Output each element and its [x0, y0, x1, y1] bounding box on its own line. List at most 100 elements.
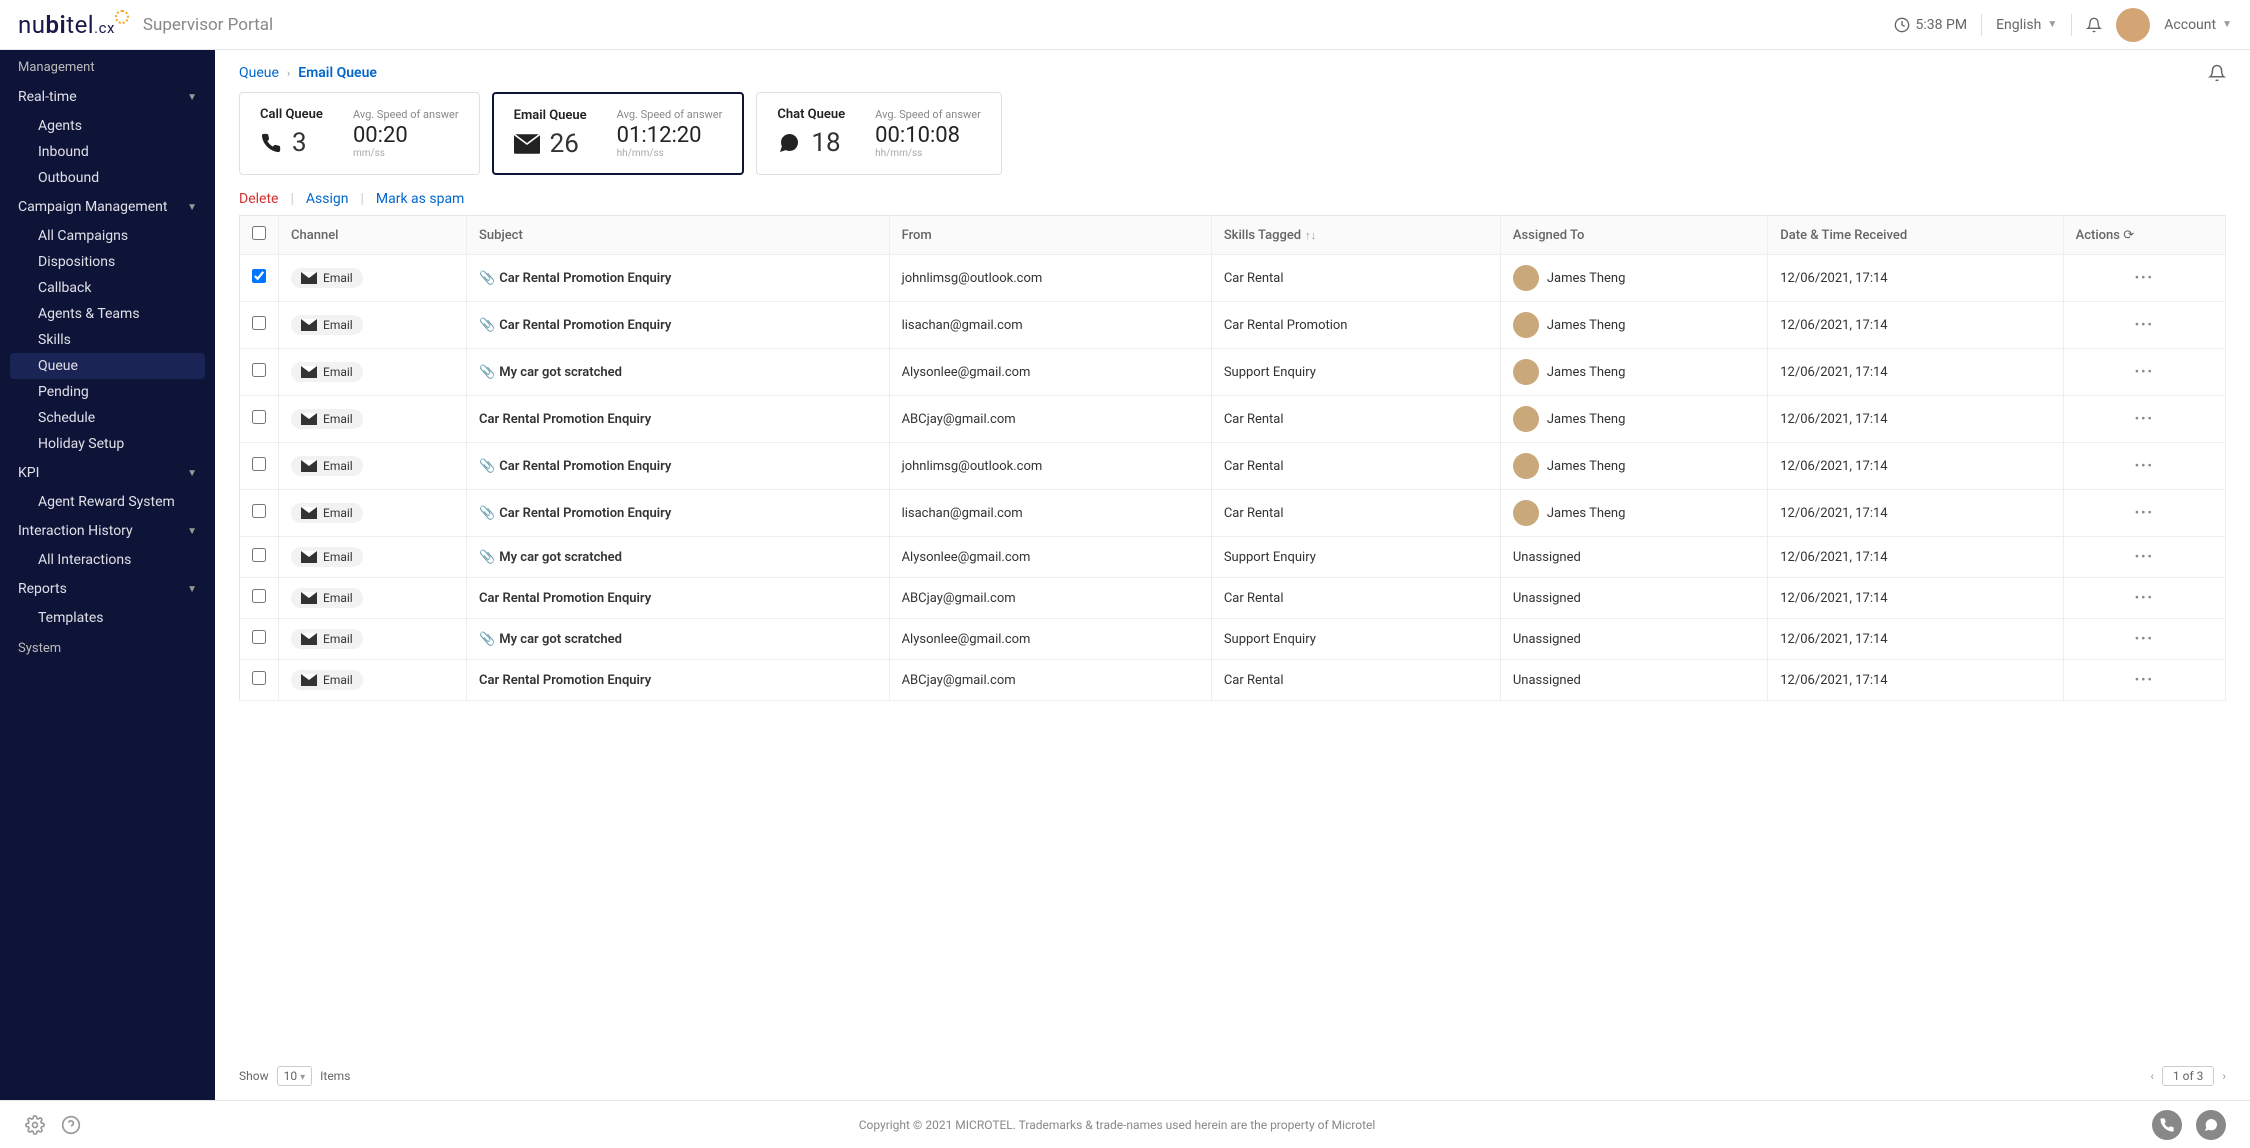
row-checkbox[interactable]	[252, 504, 266, 518]
table-row[interactable]: Email📎Car Rental Promotion Enquirylisach…	[240, 302, 2226, 349]
row-actions-button[interactable]: •••	[2063, 302, 2225, 349]
sidebar-item-holiday[interactable]: Holiday Setup	[0, 431, 215, 457]
skills-cell: Car Rental Promotion	[1211, 302, 1500, 349]
sidebar-item-agents[interactable]: Agents	[0, 113, 215, 139]
row-actions-button[interactable]: •••	[2063, 537, 2225, 578]
col-date[interactable]: Date & Time Received	[1768, 216, 2063, 255]
notifications-button[interactable]	[2086, 17, 2102, 33]
stat-card-phone[interactable]: Call Queue3Avg. Speed of answer00:20mm/s…	[239, 92, 480, 175]
chat-button[interactable]	[2196, 1110, 2226, 1140]
sidebar-item-agents-teams[interactable]: Agents & Teams	[0, 301, 215, 327]
header-time: 5:38 PM	[1916, 17, 1968, 33]
sidebar-item-queue[interactable]: Queue	[10, 353, 205, 379]
sidebar-group-label: Interaction History	[18, 523, 133, 539]
assigned-cell: Unassigned	[1500, 537, 1767, 578]
subject-cell: 📎Car Rental Promotion Enquiry	[467, 302, 890, 349]
sidebar-item-dispositions[interactable]: Dispositions	[0, 249, 215, 275]
col-skills[interactable]: Skills Tagged↑↓	[1211, 216, 1500, 255]
sidebar-item-agent-reward[interactable]: Agent Reward System	[0, 489, 215, 515]
mark-spam-action[interactable]: Mark as spam	[376, 191, 464, 207]
sidebar-group-campaign[interactable]: Campaign Management ▼	[0, 191, 215, 223]
row-actions-button[interactable]: •••	[2063, 255, 2225, 302]
row-actions-button[interactable]: •••	[2063, 660, 2225, 701]
row-actions-button[interactable]: •••	[2063, 619, 2225, 660]
row-actions-button[interactable]: •••	[2063, 578, 2225, 619]
sidebar-item-all-interactions[interactable]: All Interactions	[0, 547, 215, 573]
table-row[interactable]: Email📎My car got scratchedAlysonlee@gmai…	[240, 537, 2226, 578]
table-row[interactable]: Email📎My car got scratchedAlysonlee@gmai…	[240, 619, 2226, 660]
row-checkbox[interactable]	[252, 269, 266, 283]
breadcrumb-root[interactable]: Queue	[239, 65, 279, 81]
sidebar-group-reports[interactable]: Reports ▼	[0, 573, 215, 605]
phone-icon	[2159, 1117, 2175, 1133]
attachment-icon: 📎	[479, 550, 495, 565]
date-cell: 12/06/2021, 17:14	[1768, 443, 2063, 490]
row-actions-button[interactable]: •••	[2063, 396, 2225, 443]
row-checkbox[interactable]	[252, 548, 266, 562]
col-skills-label: Skills Tagged	[1224, 228, 1301, 243]
breadcrumb: Queue › Email Queue	[239, 65, 377, 81]
card-count: 26	[550, 129, 579, 159]
assigned-name: James Theng	[1547, 506, 1626, 521]
sidebar-item-outbound[interactable]: Outbound	[0, 165, 215, 191]
assign-action[interactable]: Assign	[306, 191, 349, 207]
logo-sub: .cx	[94, 19, 115, 37]
row-checkbox[interactable]	[252, 316, 266, 330]
select-all-checkbox[interactable]	[252, 226, 266, 240]
avatar[interactable]	[2116, 8, 2150, 42]
table-row[interactable]: Email📎Car Rental Promotion Enquiryjohnli…	[240, 443, 2226, 490]
sidebar-item-templates[interactable]: Templates	[0, 605, 215, 631]
table-row[interactable]: EmailCar Rental Promotion EnquiryABCjay@…	[240, 578, 2226, 619]
subject-cell: 📎My car got scratched	[467, 619, 890, 660]
prev-page-button[interactable]: ‹	[2150, 1069, 2154, 1083]
next-page-button[interactable]: ›	[2222, 1069, 2226, 1083]
assigned-name: Unassigned	[1513, 632, 1581, 647]
col-subject[interactable]: Subject	[467, 216, 890, 255]
sidebar-item-inbound[interactable]: Inbound	[0, 139, 215, 165]
page-notifications-button[interactable]	[2208, 64, 2226, 82]
row-checkbox[interactable]	[252, 363, 266, 377]
sidebar-item-all-campaigns[interactable]: All Campaigns	[0, 223, 215, 249]
row-checkbox[interactable]	[252, 630, 266, 644]
sidebar-group-history[interactable]: Interaction History ▼	[0, 515, 215, 547]
col-from[interactable]: From	[889, 216, 1211, 255]
sidebar-group-realtime[interactable]: Real-time ▼	[0, 81, 215, 113]
refresh-button[interactable]: ⟳	[2123, 228, 2134, 243]
stat-card-chat[interactable]: Chat Queue18Avg. Speed of answer00:10:08…	[756, 92, 1001, 175]
row-checkbox[interactable]	[252, 410, 266, 424]
sidebar-item-skills[interactable]: Skills	[0, 327, 215, 353]
dialer-button[interactable]	[2152, 1110, 2182, 1140]
settings-button[interactable]	[24, 1114, 46, 1136]
col-assigned[interactable]: Assigned To	[1500, 216, 1767, 255]
col-channel[interactable]: Channel	[279, 216, 467, 255]
sidebar-group-kpi[interactable]: KPI ▼	[0, 457, 215, 489]
table-row[interactable]: EmailCar Rental Promotion EnquiryABCjay@…	[240, 396, 2226, 443]
sidebar-item-pending[interactable]: Pending	[0, 379, 215, 405]
chat-icon	[777, 131, 801, 155]
logo[interactable]: nubitel.cx	[18, 11, 133, 39]
copyright-text: Copyright © 2021 MICROTEL. Trademarks & …	[859, 1118, 1376, 1132]
page-size-selector[interactable]: 10 ▾	[277, 1066, 313, 1086]
stat-card-mail[interactable]: Email Queue26Avg. Speed of answer01:12:2…	[492, 92, 745, 175]
sidebar-item-callback[interactable]: Callback	[0, 275, 215, 301]
row-actions-button[interactable]: •••	[2063, 349, 2225, 396]
card-title: Call Queue	[260, 107, 323, 122]
sidebar-item-schedule[interactable]: Schedule	[0, 405, 215, 431]
assigned-cell: Unassigned	[1500, 578, 1767, 619]
chevron-right-icon: ›	[287, 67, 290, 80]
row-checkbox[interactable]	[252, 671, 266, 685]
row-checkbox[interactable]	[252, 589, 266, 603]
table-row[interactable]: EmailCar Rental Promotion EnquiryABCjay@…	[240, 660, 2226, 701]
delete-action[interactable]: Delete	[239, 191, 278, 207]
row-actions-button[interactable]: •••	[2063, 490, 2225, 537]
help-button[interactable]	[60, 1114, 82, 1136]
account-menu[interactable]: Account ▼	[2164, 17, 2232, 33]
language-selector[interactable]: English ▼	[1996, 17, 2057, 33]
table-row[interactable]: Email📎Car Rental Promotion Enquirylisach…	[240, 490, 2226, 537]
row-checkbox[interactable]	[252, 457, 266, 471]
table-row[interactable]: Email📎My car got scratchedAlysonlee@gmai…	[240, 349, 2226, 396]
row-actions-button[interactable]: •••	[2063, 443, 2225, 490]
from-cell: johnlimsg@outlook.com	[889, 255, 1211, 302]
phone-icon	[260, 132, 282, 154]
table-row[interactable]: Email📎Car Rental Promotion Enquiryjohnli…	[240, 255, 2226, 302]
